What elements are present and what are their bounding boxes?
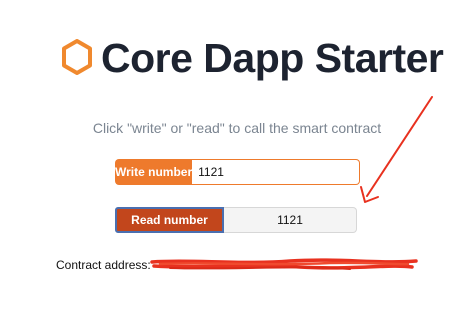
read-number-group: Read number 1121 (115, 207, 357, 233)
instruction-text: Click "write" or "read" to call the smar… (92, 120, 382, 136)
app-title: Core Dapp Starter (101, 35, 444, 81)
app-header: Core Dapp Starter (0, 34, 474, 90)
write-number-input[interactable] (192, 159, 361, 185)
contract-address-redacted (150, 258, 418, 270)
read-number-button[interactable]: Read number (115, 207, 224, 233)
read-number-output: 1121 (224, 207, 357, 233)
hexagon-logo-icon (62, 39, 92, 75)
write-number-group: Write number (115, 159, 361, 185)
write-number-button[interactable]: Write number (115, 159, 193, 185)
contract-address-label: Contract address: (56, 258, 151, 272)
